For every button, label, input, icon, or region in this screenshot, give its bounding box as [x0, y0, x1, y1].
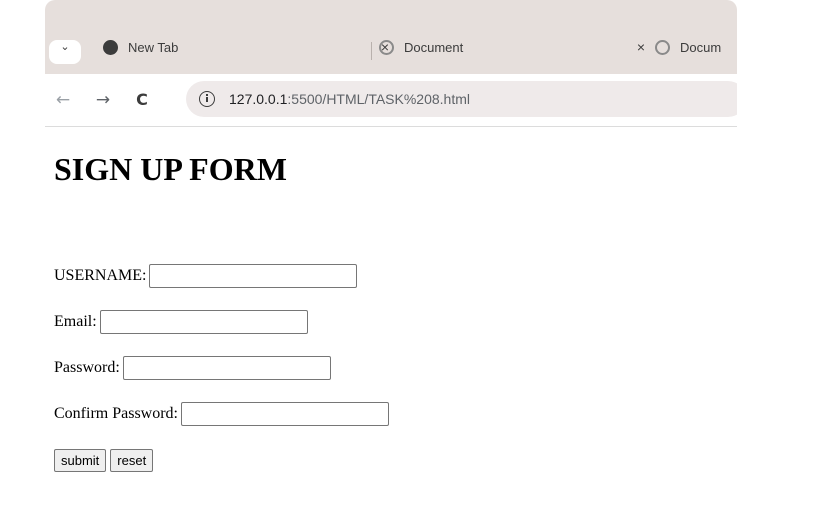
confirm-password-label: Confirm Password:: [54, 405, 178, 422]
confirm-password-row: Confirm Password:: [54, 402, 389, 426]
tab-document-2[interactable]: Docum: [641, 30, 737, 64]
submit-button[interactable]: submit: [54, 449, 107, 472]
tab-title: Docum: [680, 39, 722, 55]
username-row: USERNAME:: [54, 264, 358, 288]
info-icon[interactable]: [199, 91, 215, 107]
form-buttons: submit reset: [54, 449, 154, 472]
username-label: USERNAME:: [54, 267, 147, 284]
tab-search-button[interactable]: ⌄: [49, 40, 81, 64]
password-input[interactable]: [122, 356, 331, 380]
back-arrow-icon[interactable]: ←: [51, 88, 75, 112]
screenshot: ⌄ New Tab × Document × Docum ← → C 127.0…: [0, 0, 820, 523]
tab-title: Document: [404, 39, 464, 55]
browser-chrome: ⌄ New Tab × Document × Docum ← → C 127.0…: [45, 0, 737, 127]
url-host: 127.0.0.1: [229, 91, 288, 107]
address-bar[interactable]: 127.0.0.1:5500/HTML/TASK%208.html: [186, 81, 737, 117]
email-label: Email:: [54, 313, 97, 330]
tab-title: New Tab: [128, 39, 179, 55]
reset-button[interactable]: reset: [110, 449, 154, 472]
url-path: :5500/HTML/TASK%208.html: [287, 91, 470, 107]
url-text[interactable]: 127.0.0.1:5500/HTML/TASK%208.html: [229, 91, 470, 107]
globe-icon: [655, 39, 670, 55]
browser-toolbar: ← → C 127.0.0.1:5500/HTML/TASK%208.html: [45, 74, 737, 127]
email-row: Email:: [54, 310, 308, 334]
tab-strip: ⌄ New Tab × Document × Docum: [45, 0, 737, 74]
page-title: SIGN UP FORM: [54, 151, 287, 187]
forward-arrow-icon[interactable]: →: [91, 88, 115, 112]
password-label: Password:: [54, 359, 120, 376]
chrome-icon: [103, 39, 118, 55]
globe-icon: [379, 39, 394, 55]
tab-new-tab[interactable]: New Tab ×: [89, 30, 409, 64]
password-row: Password:: [54, 356, 331, 380]
reload-icon[interactable]: C: [130, 88, 154, 112]
confirm-password-input[interactable]: [181, 402, 389, 426]
username-input[interactable]: [149, 264, 358, 288]
email-input[interactable]: [99, 310, 308, 334]
tab-document[interactable]: Document ×: [365, 30, 665, 64]
